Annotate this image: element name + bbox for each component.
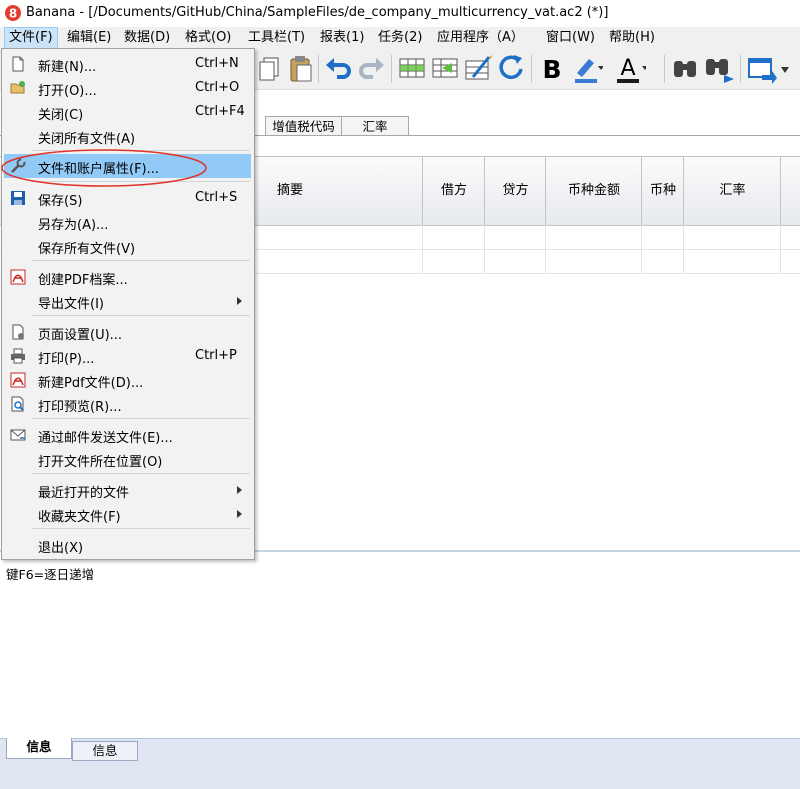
bottom-tab-info[interactable]: 信息 <box>72 741 138 761</box>
save-icon <box>11 191 25 205</box>
binoculars-icon[interactable] <box>668 51 702 85</box>
menu-item-save-all[interactable]: 保存所有文件(V) <box>4 234 251 258</box>
title-bar: 8 Banana - [/Documents/GitHub/China/Samp… <box>0 0 800 27</box>
menu-edit[interactable]: 编辑(E) <box>67 27 111 49</box>
menu-item-save[interactable]: 保存(S) Ctrl+S <box>4 186 251 210</box>
refresh-icon[interactable] <box>494 51 528 85</box>
highlight-ellipse-annotation <box>1 149 207 187</box>
col-overflow[interactable] <box>780 157 800 225</box>
submenu-arrow-icon <box>237 297 242 305</box>
menu-toolbar[interactable]: 工具栏(T) <box>248 27 305 49</box>
paste-icon[interactable] <box>283 51 317 85</box>
menu-file[interactable]: 文件(F) <box>4 27 58 49</box>
menu-item-exit[interactable]: 退出(X) <box>4 533 251 557</box>
window-arrange-icon[interactable] <box>744 51 778 85</box>
bottom-tab-info-active[interactable]: 信息 <box>6 738 72 759</box>
submenu-arrow-icon <box>237 486 242 494</box>
menu-reports[interactable]: 报表(1) <box>320 27 364 49</box>
bold-icon[interactable]: B <box>535 51 569 85</box>
copy-icon[interactable] <box>252 51 286 85</box>
banana-logo-icon: 8 <box>5 5 21 21</box>
menu-item-print-preview[interactable]: 打印预览(R)... <box>4 392 251 416</box>
tab-vat-codes[interactable]: 增值税代码 <box>265 116 342 136</box>
col-description[interactable]: 摘要 <box>252 157 422 225</box>
tab-exchange-rates[interactable]: 汇率 <box>341 116 409 136</box>
col-debit[interactable]: 借方 <box>422 157 485 225</box>
menu-item-close[interactable]: 关闭(C) Ctrl+F4 <box>4 100 251 124</box>
printer-icon <box>11 348 25 364</box>
menu-item-send-email[interactable]: 通过邮件发送文件(E)... <box>4 423 251 447</box>
undo-icon[interactable] <box>322 51 356 85</box>
edit-cell-icon[interactable] <box>461 51 495 85</box>
info-message: 键F6=逐日递增 <box>6 567 95 582</box>
menu-item-new-pdf[interactable]: 新建Pdf文件(D)... <box>4 368 251 392</box>
menu-tasks[interactable]: 任务(2) <box>378 27 422 49</box>
menu-item-create-pdf[interactable]: 创建PDF档案... <box>4 265 251 289</box>
menu-item-page-setup[interactable]: 页面设置(U)... <box>4 320 251 344</box>
window-title: Banana - [/Documents/GitHub/China/Sample… <box>26 5 609 20</box>
menu-item-open[interactable]: 打开(O)... Ctrl+O <box>4 76 251 100</box>
menu-item-close-all[interactable]: 关闭所有文件(A) <box>4 124 251 148</box>
col-exchange-rate[interactable]: 汇率 <box>683 157 781 225</box>
svg-text:A: A <box>620 56 635 81</box>
menu-item-save-as[interactable]: 另存为(A)... <box>4 210 251 234</box>
menu-data[interactable]: 数据(D) <box>124 27 170 49</box>
pdf-icon <box>10 269 26 285</box>
highlight-pen-icon[interactable] <box>569 51 603 85</box>
menu-window[interactable]: 窗口(W) <box>546 27 595 49</box>
toolbar-more-chevron-icon[interactable] <box>780 66 790 74</box>
file-menu-dropdown: 新建(N)... Ctrl+N 打开(O)... Ctrl+O 关闭(C) Ct… <box>1 48 255 560</box>
menu-item-new[interactable]: 新建(N)... Ctrl+N <box>4 52 251 76</box>
svg-text:B: B <box>542 55 561 84</box>
menu-bar: 文件(F) 编辑(E) 数据(D) 格式(O) 工具栏(T) 报表(1) 任务(… <box>0 27 800 49</box>
add-row-icon[interactable] <box>428 51 462 85</box>
print-preview-icon <box>11 396 24 412</box>
col-currency[interactable]: 币种 <box>641 157 684 225</box>
insert-row-icon[interactable] <box>395 51 429 85</box>
menu-help[interactable]: 帮助(H) <box>609 27 655 49</box>
page-setup-icon <box>12 324 24 340</box>
menu-item-export[interactable]: 导出文件(I) <box>4 289 251 313</box>
binoculars-next-icon[interactable] <box>702 51 736 85</box>
menu-item-print[interactable]: 打印(P)... Ctrl+P <box>4 344 251 368</box>
open-folder-icon <box>10 81 25 94</box>
col-credit[interactable]: 贷方 <box>484 157 546 225</box>
menu-format[interactable]: 格式(O) <box>185 27 231 49</box>
menu-item-open-location[interactable]: 打开文件所在位置(O) <box>4 447 251 471</box>
svg-text:8: 8 <box>9 7 17 21</box>
menu-item-favorite-files[interactable]: 收藏夹文件(F) <box>4 502 251 526</box>
menu-apps[interactable]: 应用程序（A） <box>437 27 524 49</box>
redo-icon[interactable] <box>354 51 388 85</box>
pdf-icon <box>10 372 26 388</box>
email-icon <box>10 429 26 441</box>
submenu-arrow-icon <box>237 510 242 518</box>
new-file-icon <box>12 56 24 72</box>
col-currency-amount[interactable]: 币种金额 <box>545 157 642 225</box>
font-color-icon[interactable]: A <box>612 51 646 85</box>
info-panel <box>0 550 800 740</box>
menu-item-recent-files[interactable]: 最近打开的文件 <box>4 478 251 502</box>
